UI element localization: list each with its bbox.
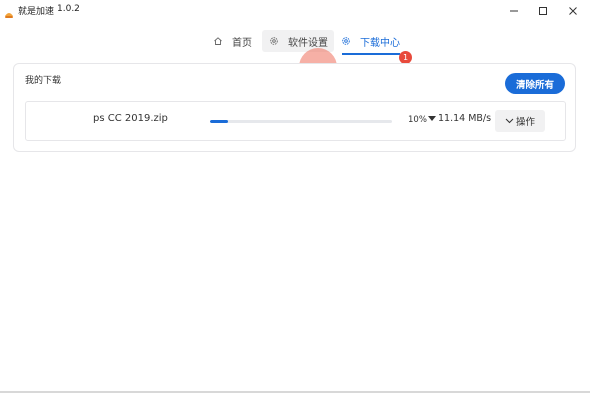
download-progress-bar [210,120,392,123]
close-button[interactable] [558,0,588,20]
minimize-button[interactable] [499,0,529,20]
download-progress-fill [210,120,229,123]
main-tabs: 首页 软件设置 下载中心 1 [0,28,590,86]
tab-downloads[interactable]: 下载中心 [340,30,400,52]
download-percent: 10% [408,115,427,125]
tab-downloads-label: 下载中心 [360,37,400,49]
download-speed: 11.14 MB/s [428,113,491,124]
download-speed-value: 11.14 MB/s [438,113,492,124]
actions-dropdown-button[interactable]: 操作 [495,110,545,132]
home-icon [212,35,224,47]
download-filename: ps CC 2019.zip [93,113,168,124]
chevron-down-icon [505,118,514,124]
actions-label: 操作 [515,117,535,128]
app-version: 1.0.2 [57,4,80,14]
downloads-panel: 我的下载 清除所有 ps CC 2019.zip 10% 11.14 MB/s … [13,63,576,152]
gear-icon [268,35,280,47]
close-icon [568,1,578,20]
app-title: 就是加速 [18,7,55,17]
tab-home-label: 首页 [232,37,252,49]
gear-icon [340,35,352,47]
app-logo-icon [4,4,14,18]
download-arrow-icon [428,116,436,121]
download-row: ps CC 2019.zip 10% 11.14 MB/s 操作 [25,101,566,141]
maximize-icon [538,1,548,20]
tab-home[interactable]: 首页 [212,30,252,52]
clear-all-button[interactable]: 清除所有 [505,73,565,94]
panel-title: 我的下载 [25,76,62,86]
tab-settings-label: 软件设置 [288,37,328,49]
minimize-icon [509,1,519,20]
maximize-button[interactable] [528,0,558,20]
active-tab-indicator [342,53,400,55]
title-bar: 就是加速 1.0.2 [0,0,590,22]
